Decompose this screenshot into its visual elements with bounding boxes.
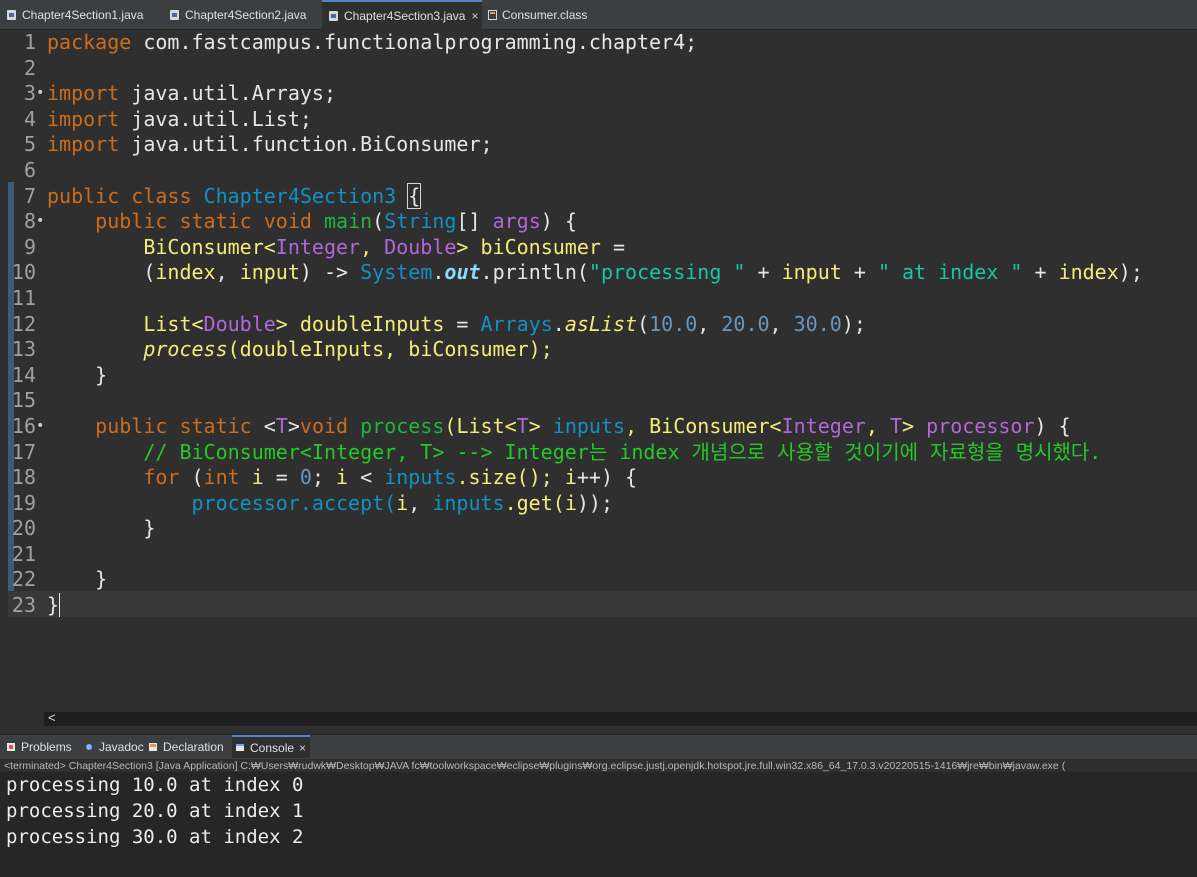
tab-chapter4section2[interactable]: Chapter4Section2.java xyxy=(163,0,310,30)
code-content[interactable]: 1 package com.fastcampus.functionalprogra… xyxy=(0,30,1197,619)
console-line: processing 10.0 at index 0 xyxy=(6,774,304,796)
javadoc-icon xyxy=(86,743,92,750)
scroll-left-icon[interactable]: < xyxy=(48,710,56,725)
line-number: 23 xyxy=(11,593,36,618)
console-status: <terminated> Chapter4Section3 [Java Appl… xyxy=(0,758,1197,772)
line-number: 15 xyxy=(11,388,36,413)
code-line: 17 // BiConsumer<Integer, T> --> Integer… xyxy=(0,440,1197,466)
line-number: 7 xyxy=(23,183,36,208)
line-number: 13 xyxy=(11,337,36,362)
line-number: 11 xyxy=(11,285,36,310)
code-line: 22 } xyxy=(0,567,1197,593)
tab-label: Chapter4Section2.java xyxy=(185,8,307,22)
fold-marker-icon[interactable]: • xyxy=(36,414,47,440)
fold-marker-icon[interactable]: • xyxy=(36,209,47,235)
tab-console[interactable]: Console × xyxy=(232,735,311,759)
line-number: 16 xyxy=(11,413,36,438)
java-file-icon xyxy=(329,11,338,21)
view-tab-bar: Problems Javadoc Declaration Console × xyxy=(0,734,1197,759)
tab-label: Consumer.class xyxy=(502,8,588,22)
tab-label: Problems xyxy=(21,739,72,754)
code-line: 12 List<Double> doubleInputs = Arrays.as… xyxy=(0,312,1197,338)
code-line: 8• public static void main(String[] args… xyxy=(0,209,1197,235)
code-line: 14 } xyxy=(0,363,1197,389)
line-number: 17 xyxy=(11,439,36,464)
java-file-icon xyxy=(7,10,16,20)
line-number: 19 xyxy=(11,490,36,515)
editor-tab-bar: Chapter4Section1.java Chapter4Section2.j… xyxy=(0,0,1197,30)
horizontal-scrollbar[interactable]: < xyxy=(44,710,1197,726)
line-number: 10 xyxy=(11,260,36,285)
tab-javadoc[interactable]: Javadoc xyxy=(84,735,144,758)
line-number: 20 xyxy=(11,516,36,541)
code-line: 1 package com.fastcampus.functionalprogra… xyxy=(0,30,1197,56)
tab-chapter4section1[interactable]: Chapter4Section1.java xyxy=(0,0,147,30)
tab-consumer-class[interactable]: Consumer.class xyxy=(481,0,591,30)
line-number: 5 xyxy=(23,132,36,157)
code-editor[interactable]: 1 package com.fastcampus.functionalprogra… xyxy=(0,30,1197,712)
line-number: 3 xyxy=(23,81,36,106)
close-icon[interactable]: × xyxy=(471,9,478,23)
problems-icon xyxy=(7,742,15,751)
tab-problems[interactable]: Problems xyxy=(6,735,72,758)
code-line: 18 for (int i = 0; i < inputs.size(); i+… xyxy=(0,465,1197,491)
line-number: 9 xyxy=(23,234,36,259)
tab-label: Chapter4Section1.java xyxy=(22,8,144,22)
line-number: 6 xyxy=(23,157,36,182)
code-line: 11 xyxy=(0,286,1197,312)
line-number: 1 xyxy=(23,30,36,54)
code-line: 2 xyxy=(0,56,1197,82)
declaration-icon xyxy=(149,742,157,751)
code-line: 3• import java.util.Arrays; xyxy=(0,81,1197,107)
code-line: 20 } xyxy=(0,516,1197,542)
text-cursor xyxy=(59,593,73,618)
line-number: 12 xyxy=(11,311,36,336)
tab-label: Chapter4Section3.java xyxy=(344,9,466,23)
line-number: 18 xyxy=(11,465,36,490)
code-line: 15 xyxy=(0,388,1197,414)
line-number: 4 xyxy=(23,106,36,131)
line-number: 22 xyxy=(11,567,36,592)
code-line: 7 public class Chapter4Section3 { xyxy=(0,182,1197,210)
code-line: 9 BiConsumer<Integer, Double> biConsumer… xyxy=(0,235,1197,261)
code-line: 5 import java.util.function.BiConsumer; xyxy=(0,132,1197,158)
code-line: 6 xyxy=(0,158,1197,184)
close-icon[interactable]: × xyxy=(299,741,306,755)
code-line: 21 xyxy=(0,542,1197,568)
tab-chapter4section3[interactable]: Chapter4Section3.java × xyxy=(322,0,483,30)
code-line: 4 import java.util.List; xyxy=(0,107,1197,133)
code-line: 23} xyxy=(0,593,1197,619)
java-file-icon xyxy=(170,10,179,20)
code-line: 10 (index, input) -> System.out.println(… xyxy=(0,260,1197,286)
code-line: 19 processor.accept(i, inputs.get(i)); xyxy=(0,491,1197,517)
code-line: 16• public static <T>void process(List<T… xyxy=(0,414,1197,440)
line-number: 8 xyxy=(23,209,36,234)
line-number: 2 xyxy=(23,55,36,80)
console-line: processing 20.0 at index 1 xyxy=(6,800,304,822)
tab-label: Declaration xyxy=(163,739,224,754)
console-icon xyxy=(236,744,244,751)
tab-declaration[interactable]: Declaration xyxy=(148,735,224,758)
class-file-icon xyxy=(488,10,497,20)
editor-ruler-strip xyxy=(0,712,44,726)
console-output[interactable]: processing 10.0 at index 0 processing 20… xyxy=(0,772,1197,877)
line-number: 21 xyxy=(11,541,36,566)
console-line: processing 30.0 at index 2 xyxy=(6,826,304,848)
tab-label: Javadoc xyxy=(99,739,144,754)
tab-label: Console xyxy=(250,741,295,755)
matching-bracket: { xyxy=(407,182,422,209)
line-number: 14 xyxy=(11,362,36,387)
code-comment: // BiConsumer<Integer, T> --> Integer는 i… xyxy=(143,439,1102,464)
fold-marker-icon[interactable]: • xyxy=(36,81,47,107)
code-line: 13 process(doubleInputs, biConsumer); xyxy=(0,337,1197,363)
